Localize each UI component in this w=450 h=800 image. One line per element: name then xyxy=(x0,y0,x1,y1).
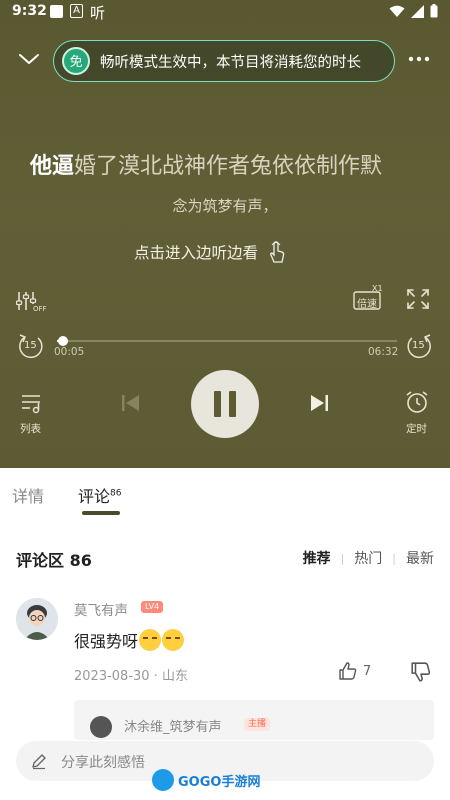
comment-location: 山东 xyxy=(161,669,188,684)
forward-seconds: 15 xyxy=(412,340,425,351)
playlist-icon xyxy=(22,395,40,414)
watermark-logo-icon xyxy=(152,769,174,791)
next-lyric-line: 念为筑梦有声， xyxy=(172,197,278,215)
sort-latest[interactable]: 最新 xyxy=(406,548,434,568)
playlist-button[interactable]: 列表 xyxy=(18,393,48,437)
previous-track-icon[interactable] xyxy=(120,392,142,414)
enter-read-mode-label: 点击进入边听边看 xyxy=(134,244,259,262)
battery-icon xyxy=(430,4,438,18)
wifi-icon xyxy=(389,5,405,17)
content-tabs: 详情 评论86 xyxy=(0,480,450,520)
tab-comments-label: 评论 xyxy=(78,487,111,506)
timer-label: 定时 xyxy=(406,423,427,435)
tab-comments-count: 86 xyxy=(110,488,122,499)
commenter-avatar[interactable] xyxy=(16,598,58,640)
progress-track[interactable] xyxy=(57,340,397,342)
user-level-badge: LV4 xyxy=(141,601,164,613)
alarm-clock-icon xyxy=(406,391,428,413)
current-lyric-line: 他逼婚了漠北战神作者兔依依制作默 xyxy=(30,148,430,180)
status-right-icons xyxy=(389,4,438,18)
lyric-rest: 婚了漠北战神作者兔依依制作默 xyxy=(74,154,383,179)
more-menu-icon[interactable] xyxy=(406,48,432,70)
a-app-icon: A xyxy=(70,4,83,18)
sort-divider: | xyxy=(392,551,396,565)
commenter-name[interactable]: 莫飞有声 xyxy=(74,599,128,619)
comment-body: 很强势呀 xyxy=(74,628,185,652)
sort-recommended[interactable]: 推荐 xyxy=(303,548,331,568)
comment-text: 很强势呀 xyxy=(74,632,139,651)
watermark-text: GOGO手游网 xyxy=(178,774,261,790)
reply-avatar xyxy=(90,716,112,738)
speed-label: 倍速 xyxy=(357,299,377,310)
tab-indicator xyxy=(82,511,120,515)
comments-section-title: 评论区 86 xyxy=(16,551,92,570)
forward-15-button[interactable]: 15 xyxy=(405,332,433,360)
sort-divider: | xyxy=(340,551,345,565)
player-panel: 9:32 A 听 免 畅听模式生效中，本节目将消耗您的时长 他逼婚了漠北战神作者… xyxy=(0,0,450,468)
thumbs-down-icon[interactable] xyxy=(410,661,432,683)
host-tag: 主播 xyxy=(244,718,271,731)
tab-comments[interactable]: 评论86 xyxy=(78,483,121,507)
enter-read-mode-button[interactable]: 点击进入边听边看 xyxy=(134,240,286,264)
smirk-emoji-icon xyxy=(139,629,162,651)
current-time: 00:05 xyxy=(54,346,85,358)
signal-icon xyxy=(411,4,424,18)
thumbs-up-icon xyxy=(339,662,357,680)
speed-button[interactable]: 倍速 X1 xyxy=(353,284,383,311)
sort-hot[interactable]: 热门 xyxy=(354,548,382,568)
notification-square-icon xyxy=(50,5,63,18)
listen-mode-banner[interactable]: 免 畅听模式生效中，本节目将消耗您的时长 xyxy=(53,40,395,82)
pause-button[interactable] xyxy=(191,370,259,438)
rewind-seconds: 15 xyxy=(24,340,37,351)
speed-badge: X1 xyxy=(372,284,383,293)
rewind-15-button[interactable]: 15 xyxy=(17,332,45,360)
pencil-icon xyxy=(32,754,46,770)
meta-dot: · xyxy=(153,669,162,684)
pause-bar-left xyxy=(214,391,221,417)
equalizer-off-button[interactable]: OFF xyxy=(15,290,48,318)
comment-meta: 2023-08-30 · 山东 xyxy=(74,665,188,684)
progress-thumb[interactable] xyxy=(58,336,68,346)
smirk-emoji-icon xyxy=(162,629,185,651)
avatar-portrait-icon xyxy=(16,598,58,640)
like-button[interactable]: 7 xyxy=(338,661,371,681)
comment-input-placeholder: 分享此刻感悟 xyxy=(61,755,145,771)
comment-date: 2023-08-30 xyxy=(74,669,150,684)
like-count: 7 xyxy=(363,663,372,679)
total-time: 06:32 xyxy=(368,346,399,358)
status-bar: 9:32 A 听 xyxy=(0,0,450,24)
status-time: 9:32 xyxy=(12,3,47,19)
collapse-chevron-down-icon[interactable] xyxy=(17,48,41,70)
tap-hand-icon xyxy=(270,241,285,263)
banner-text: 畅听模式生效中，本节目将消耗您的时长 xyxy=(100,54,361,71)
site-watermark: GOGO手游网 xyxy=(152,768,260,792)
tab-details[interactable]: 详情 xyxy=(12,483,44,507)
ting-app-icon: 听 xyxy=(90,4,106,22)
comment-sort-options: 推荐 | 热门 | 最新 xyxy=(303,548,434,568)
eq-off-label: OFF xyxy=(33,305,47,313)
pause-bar-right xyxy=(229,391,236,417)
playlist-label: 列表 xyxy=(20,423,41,435)
next-track-icon[interactable] xyxy=(308,392,330,414)
free-mode-badge: 免 xyxy=(62,47,90,75)
sleep-timer-button[interactable]: 定时 xyxy=(404,390,434,436)
lyric-highlight: 他逼 xyxy=(30,154,75,179)
reply-user-name: 沐余维_筑梦有声 xyxy=(124,720,222,735)
fullscreen-expand-icon[interactable] xyxy=(406,288,430,310)
